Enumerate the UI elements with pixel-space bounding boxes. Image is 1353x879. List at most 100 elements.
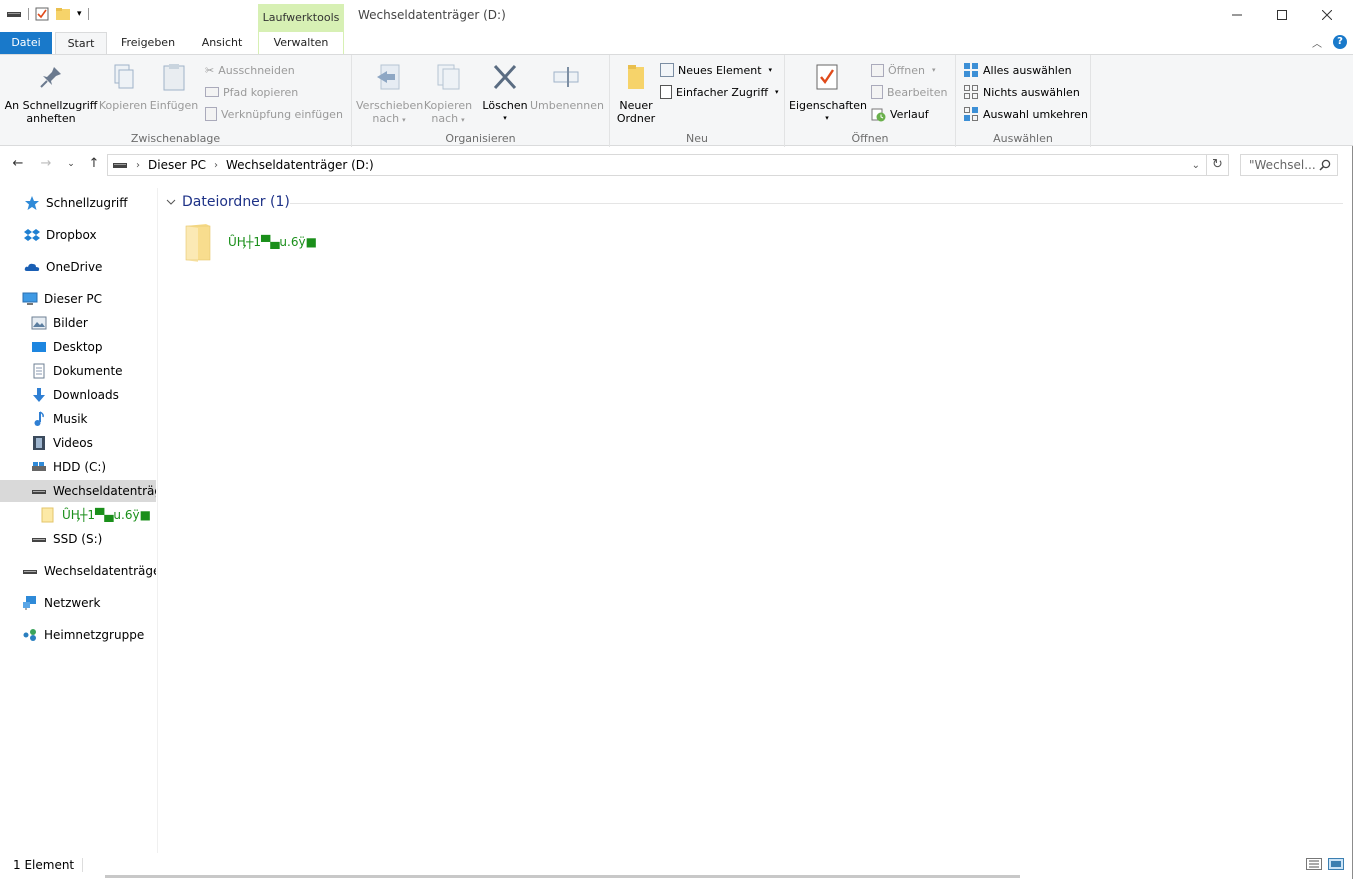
copy-path-button[interactable]: Pfad kopieren xyxy=(205,83,298,101)
nav-item-removable-drive-2[interactable]: Wechseldatenträger ( xyxy=(0,560,156,582)
nav-item-videos[interactable]: Videos xyxy=(0,432,156,454)
select-all-button[interactable]: Alles auswählen xyxy=(963,61,1072,79)
address-dropdown-icon[interactable]: ⌄ xyxy=(1192,160,1200,171)
nav-item-removable-drive[interactable]: Wechseldatenträger xyxy=(0,480,156,502)
open-button[interactable]: Öffnen ▾ xyxy=(871,61,935,79)
nav-item-ssd[interactable]: SSD (S:) xyxy=(0,528,156,550)
close-button[interactable] xyxy=(1304,0,1349,30)
up-button[interactable]: ↑ xyxy=(86,156,102,172)
nav-item-downloads[interactable]: Downloads xyxy=(0,384,156,406)
nav-item-homegroup[interactable]: Heimnetzgruppe xyxy=(0,624,156,646)
nav-item-quick-access[interactable]: Schnellzugriff xyxy=(0,192,156,214)
invert-selection-icon xyxy=(964,107,978,121)
properties-icon[interactable] xyxy=(35,7,49,21)
breadcrumb-this-pc[interactable]: Dieser PC xyxy=(148,158,206,172)
copy-to-button[interactable]: Kopieren nach ▾ xyxy=(422,61,474,127)
edit-icon xyxy=(871,85,883,99)
copy-button[interactable]: Kopieren xyxy=(98,61,148,112)
easy-access-icon xyxy=(660,85,672,99)
nav-item-network[interactable]: Netzwerk xyxy=(0,592,156,614)
tab-file[interactable]: Datei xyxy=(0,32,52,54)
group-label-select: Auswählen xyxy=(993,132,1053,145)
rename-icon xyxy=(550,61,582,93)
tab-view[interactable]: Ansicht xyxy=(192,32,252,54)
pin-quick-access-button[interactable]: An Schnellzugriff anheften xyxy=(4,61,98,125)
recent-locations-button[interactable]: ⌄ xyxy=(63,156,79,172)
cut-label: Ausschneiden xyxy=(218,63,295,77)
collapse-ribbon-icon[interactable]: ︿ xyxy=(1312,35,1322,50)
tab-manage[interactable]: Verwalten xyxy=(258,32,344,54)
tab-share[interactable]: Freigeben xyxy=(114,32,182,54)
nav-item-hdd[interactable]: HDD (C:) xyxy=(0,456,156,478)
nav-item-documents[interactable]: Dokumente xyxy=(0,360,156,382)
folder-item[interactable]: ȖӉ┼1▀▄u.6ÿ■ xyxy=(182,222,317,262)
drive-icon xyxy=(32,538,46,542)
large-icons-view-button[interactable] xyxy=(1328,858,1344,873)
nav-item-dropbox[interactable]: Dropbox xyxy=(0,224,156,246)
details-view-button[interactable] xyxy=(1306,858,1322,873)
minimize-button[interactable] xyxy=(1214,0,1259,30)
computer-icon xyxy=(22,292,38,305)
paste-shortcut-button[interactable]: Verknüpfung einfügen xyxy=(205,105,343,123)
drive-icon[interactable] xyxy=(6,8,22,20)
easy-access-button[interactable]: Einfacher Zugriff ▾ xyxy=(660,83,779,101)
scissors-icon: ✂ xyxy=(205,63,215,77)
group-organize: Verschieben nach ▾ Kopieren nach ▾ Löschen… xyxy=(352,55,610,147)
pin-label-2: anheften xyxy=(26,112,76,125)
easy-access-label: Einfacher Zugriff xyxy=(676,85,769,99)
nav-label: SSD (S:) xyxy=(53,532,103,546)
new-item-button[interactable]: Neues Element ▾ xyxy=(660,61,772,79)
nav-item-pictures[interactable]: Bilder xyxy=(0,312,156,334)
select-none-button[interactable]: Nichts auswählen xyxy=(963,83,1080,101)
film-icon xyxy=(33,436,45,450)
onedrive-cloud-icon xyxy=(24,263,40,271)
nav-item-garbled-folder[interactable]: ȖӉ┼1▀▄u.6ÿ■ xyxy=(0,504,156,526)
nav-item-this-pc[interactable]: Dieser PC xyxy=(0,288,156,310)
title-bar: ▾ Laufwerktools Wechseldatenträger (D:) xyxy=(0,0,1353,32)
delete-button[interactable]: Löschen ▾ xyxy=(480,61,530,125)
network-icon xyxy=(23,596,36,610)
breadcrumb-drive[interactable]: Wechseldatenträger (D:) xyxy=(226,158,374,172)
select-none-label: Nichts auswählen xyxy=(983,85,1080,99)
edit-button[interactable]: Bearbeiten xyxy=(871,83,947,101)
history-label: Verlauf xyxy=(890,107,929,121)
back-button[interactable]: ← xyxy=(10,156,26,172)
forward-button[interactable]: → xyxy=(38,156,54,172)
nav-item-desktop[interactable]: Desktop xyxy=(0,336,156,358)
nav-item-music[interactable]: Musik xyxy=(0,408,156,430)
new-folder-label-1: Neuer xyxy=(619,99,653,112)
help-icon[interactable]: ? xyxy=(1333,35,1347,49)
history-button[interactable]: Verlauf xyxy=(871,105,929,123)
new-folder-button[interactable]: Neuer Ordner xyxy=(614,61,658,125)
hard-drive-icon xyxy=(32,462,46,471)
breadcrumb-chevron-icon[interactable]: › xyxy=(136,160,140,171)
address-bar[interactable]: › Dieser PC › Wechseldatenträger (D:) ⌄ xyxy=(107,154,1207,176)
group-new: Neuer Ordner Neues Element ▾ Einfacher Z… xyxy=(610,55,785,147)
cut-button[interactable]: ✂ Ausschneiden xyxy=(205,61,295,79)
nav-label: Netzwerk xyxy=(44,596,101,610)
folder-item-name: ȖӉ┼1▀▄u.6ÿ■ xyxy=(228,235,317,249)
nav-label: Desktop xyxy=(53,340,103,354)
invert-selection-button[interactable]: Auswahl umkehren xyxy=(963,105,1088,123)
nav-item-onedrive[interactable]: OneDrive xyxy=(0,256,156,278)
open-label: Öffnen xyxy=(888,63,925,77)
drive-icon xyxy=(23,570,37,574)
tab-start[interactable]: Start xyxy=(55,32,107,54)
properties-button[interactable]: Eigenschaften ▾ xyxy=(789,61,867,125)
select-all-icon xyxy=(964,63,978,77)
rename-label: Umbenennen xyxy=(530,99,604,112)
status-separator xyxy=(82,858,84,872)
folder-icon xyxy=(41,507,54,523)
group-header[interactable]: Dateiordner (1) xyxy=(166,194,290,210)
refresh-button[interactable]: ↻ xyxy=(1207,154,1229,176)
move-to-button[interactable]: Verschieben nach ▾ xyxy=(356,61,423,127)
customize-qat-icon[interactable]: ▾ xyxy=(77,9,82,19)
breadcrumb-chevron-icon[interactable]: › xyxy=(214,160,218,171)
search-input[interactable]: "Wechsel... xyxy=(1240,154,1338,176)
back-arrow-icon: ← xyxy=(12,156,24,171)
rename-button[interactable]: Umbenennen xyxy=(530,61,604,112)
paste-button[interactable]: Einfügen xyxy=(148,61,200,112)
maximize-button[interactable] xyxy=(1259,0,1304,30)
new-folder-icon[interactable] xyxy=(55,7,71,21)
nav-label: Dropbox xyxy=(46,228,97,242)
